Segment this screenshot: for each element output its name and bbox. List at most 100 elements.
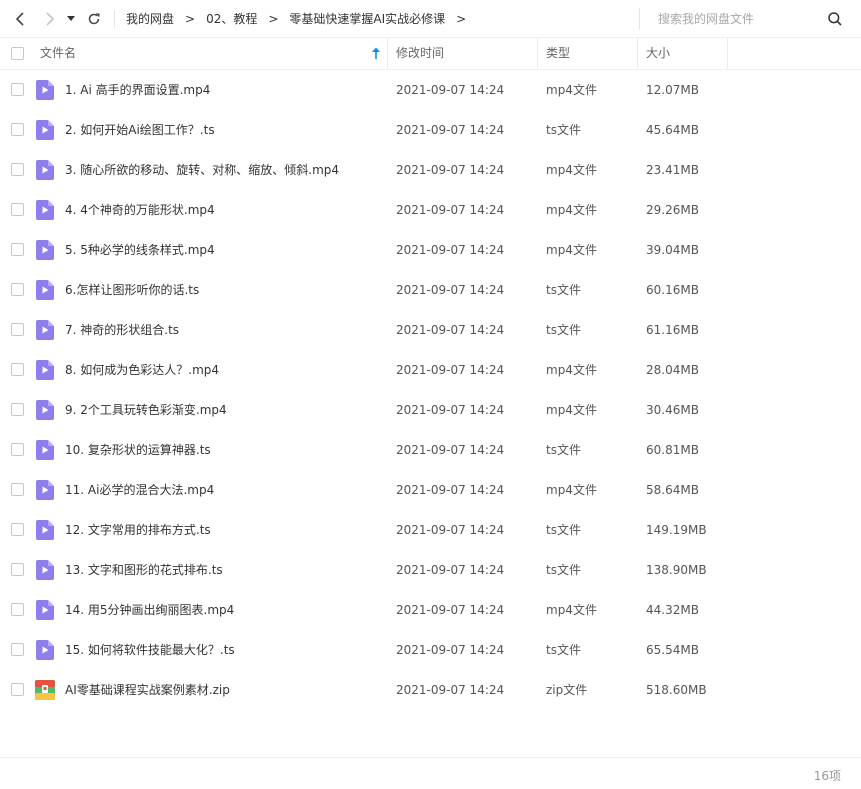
file-size: 28.04MB [646, 363, 699, 377]
row-checkbox[interactable] [11, 83, 24, 96]
file-type: ts文件 [546, 643, 581, 657]
top-toolbar: 我的网盘 > 02、教程 > 零基础快速掌握AI实战必修课 > [0, 0, 861, 38]
file-name[interactable]: 7. 神奇的形状组合.ts [65, 310, 179, 350]
file-size: 60.16MB [646, 283, 699, 297]
file-size: 12.07MB [646, 83, 699, 97]
column-divider[interactable] [537, 38, 538, 69]
row-checkbox[interactable] [11, 403, 24, 416]
row-checkbox[interactable] [11, 123, 24, 136]
row-checkbox[interactable] [11, 603, 24, 616]
column-divider[interactable] [637, 38, 638, 69]
breadcrumb-separator[interactable]: > [450, 12, 472, 26]
file-name[interactable]: 14. 用5分钟画出绚丽图表.mp4 [65, 590, 234, 630]
file-type: zip文件 [546, 683, 588, 697]
breadcrumb-item-course[interactable]: 零基础快速掌握AI实战必修课 [284, 10, 450, 27]
forward-button[interactable] [38, 7, 62, 31]
file-row[interactable]: 14. 用5分钟画出绚丽图表.mp4 2021-09-07 14:24 mp4文件 4… [0, 590, 861, 630]
file-row[interactable]: 12. 文字常用的排布方式.ts 2021-09-07 14:24 ts文件 149.… [0, 510, 861, 550]
history-dropdown-button[interactable] [64, 7, 78, 31]
breadcrumb: 我的网盘 > 02、教程 > 零基础快速掌握AI实战必修课 > [121, 0, 472, 38]
video-file-icon [36, 560, 54, 580]
file-size: 138.90MB [646, 563, 707, 577]
file-type: mp4文件 [546, 243, 597, 257]
column-header-type[interactable]: 类型 [546, 38, 570, 69]
row-checkbox[interactable] [11, 523, 24, 536]
file-modified-time: 2021-09-07 14:24 [396, 83, 505, 97]
file-name[interactable]: 3. 随心所欲的移动、旋转、对称、缩放、倾斜.mp4 [65, 150, 339, 190]
file-row[interactable]: 15. 如何将软件技能最大化？.ts 2021-09-07 14:24 ts文件 65… [0, 630, 861, 670]
search-input[interactable] [658, 12, 818, 26]
file-row[interactable]: 7. 神奇的形状组合.ts 2021-09-07 14:24 ts文件 61.16MB [0, 310, 861, 350]
file-name[interactable]: 15. 如何将软件技能最大化？.ts [65, 630, 235, 670]
file-size: 60.81MB [646, 443, 699, 457]
file-type: ts文件 [546, 123, 581, 137]
row-checkbox[interactable] [11, 163, 24, 176]
file-row[interactable]: 4. 4个神奇的万能形状.mp4 2021-09-07 14:24 mp4文件 29.… [0, 190, 861, 230]
file-row[interactable]: AI零基础课程实战案例素材.zip 2021-09-07 14:24 zip文件 51… [0, 670, 861, 710]
file-name[interactable]: 11. Ai必学的混合大法.mp4 [65, 470, 214, 510]
row-checkbox[interactable] [11, 563, 24, 576]
file-row[interactable]: 8. 如何成为色彩达人？.mp4 2021-09-07 14:24 mp4文件 28.… [0, 350, 861, 390]
file-type: ts文件 [546, 443, 581, 457]
file-table-header: 文件名 修改时间 类型 大小 [0, 38, 861, 70]
breadcrumb-item-tutorials[interactable]: 02、教程 [201, 10, 262, 27]
row-checkbox[interactable] [11, 283, 24, 296]
file-name[interactable]: 2. 如何开始Ai绘图工作？.ts [65, 110, 215, 150]
file-size: 23.41MB [646, 163, 699, 177]
file-row[interactable]: 3. 随心所欲的移动、旋转、对称、缩放、倾斜.mp4 2021-09-07 14:… [0, 150, 861, 190]
file-row[interactable]: 5. 5种必学的线条样式.mp4 2021-09-07 14:24 mp4文件 39.… [0, 230, 861, 270]
file-name[interactable]: 9. 2个工具玩转色彩渐变.mp4 [65, 390, 227, 430]
chevron-left-icon [15, 11, 24, 26]
file-type: mp4文件 [546, 403, 597, 417]
row-checkbox[interactable] [11, 243, 24, 256]
file-size: 65.54MB [646, 643, 699, 657]
row-checkbox[interactable] [11, 643, 24, 656]
row-checkbox[interactable] [11, 323, 24, 336]
video-file-icon [36, 400, 54, 420]
file-row[interactable]: 10. 复杂形状的运算神器.ts 2021-09-07 14:24 ts文件 60.8… [0, 430, 861, 470]
column-header-size[interactable]: 大小 [646, 38, 670, 69]
row-checkbox[interactable] [11, 683, 24, 696]
column-header-time[interactable]: 修改时间 [396, 38, 444, 69]
file-modified-time: 2021-09-07 14:24 [396, 163, 505, 177]
file-name[interactable]: 6.怎样让图形听你的话.ts [65, 270, 199, 310]
file-name[interactable]: 13. 文字和图形的花式排布.ts [65, 550, 223, 590]
file-modified-time: 2021-09-07 14:24 [396, 603, 505, 617]
breadcrumb-item-root[interactable]: 我的网盘 [121, 10, 179, 27]
file-row[interactable]: 1. Ai 高手的界面设置.mp4 2021-09-07 14:24 mp4文件 12… [0, 70, 861, 110]
file-modified-time: 2021-09-07 14:24 [396, 363, 505, 377]
file-modified-time: 2021-09-07 14:24 [396, 563, 505, 577]
file-name[interactable]: 12. 文字常用的排布方式.ts [65, 510, 211, 550]
status-bar: 16项 [0, 757, 861, 789]
file-modified-time: 2021-09-07 14:24 [396, 443, 505, 457]
sort-ascending-icon[interactable] [371, 47, 381, 60]
row-checkbox[interactable] [11, 363, 24, 376]
file-name[interactable]: AI零基础课程实战案例素材.zip [65, 670, 230, 710]
column-divider[interactable] [387, 38, 388, 69]
file-name[interactable]: 5. 5种必学的线条样式.mp4 [65, 230, 215, 270]
file-row[interactable]: 6.怎样让图形听你的话.ts 2021-09-07 14:24 ts文件 60.16M… [0, 270, 861, 310]
select-all-checkbox[interactable] [11, 47, 24, 60]
file-row[interactable]: 2. 如何开始Ai绘图工作？.ts 2021-09-07 14:24 ts文件 45.… [0, 110, 861, 150]
row-checkbox[interactable] [11, 203, 24, 216]
file-name[interactable]: 8. 如何成为色彩达人？.mp4 [65, 350, 219, 390]
file-name[interactable]: 10. 复杂形状的运算神器.ts [65, 430, 211, 470]
refresh-button[interactable] [82, 7, 106, 31]
video-file-icon [36, 360, 54, 380]
file-size: 58.64MB [646, 483, 699, 497]
row-checkbox[interactable] [11, 443, 24, 456]
refresh-icon [88, 12, 100, 24]
back-button[interactable] [8, 7, 32, 31]
column-header-name[interactable]: 文件名 [40, 38, 76, 69]
file-type: mp4文件 [546, 363, 597, 377]
file-name[interactable]: 4. 4个神奇的万能形状.mp4 [65, 190, 215, 230]
row-checkbox[interactable] [11, 483, 24, 496]
file-row[interactable]: 9. 2个工具玩转色彩渐变.mp4 2021-09-07 14:24 mp4文件 30… [0, 390, 861, 430]
file-row[interactable]: 13. 文字和图形的花式排布.ts 2021-09-07 14:24 ts文件 138… [0, 550, 861, 590]
file-name[interactable]: 1. Ai 高手的界面设置.mp4 [65, 70, 210, 110]
column-divider[interactable] [727, 38, 728, 69]
search-icon[interactable] [827, 11, 843, 27]
file-row[interactable]: 11. Ai必学的混合大法.mp4 2021-09-07 14:24 mp4文件 58… [0, 470, 861, 510]
file-type: ts文件 [546, 563, 581, 577]
zip-file-icon [35, 680, 55, 700]
